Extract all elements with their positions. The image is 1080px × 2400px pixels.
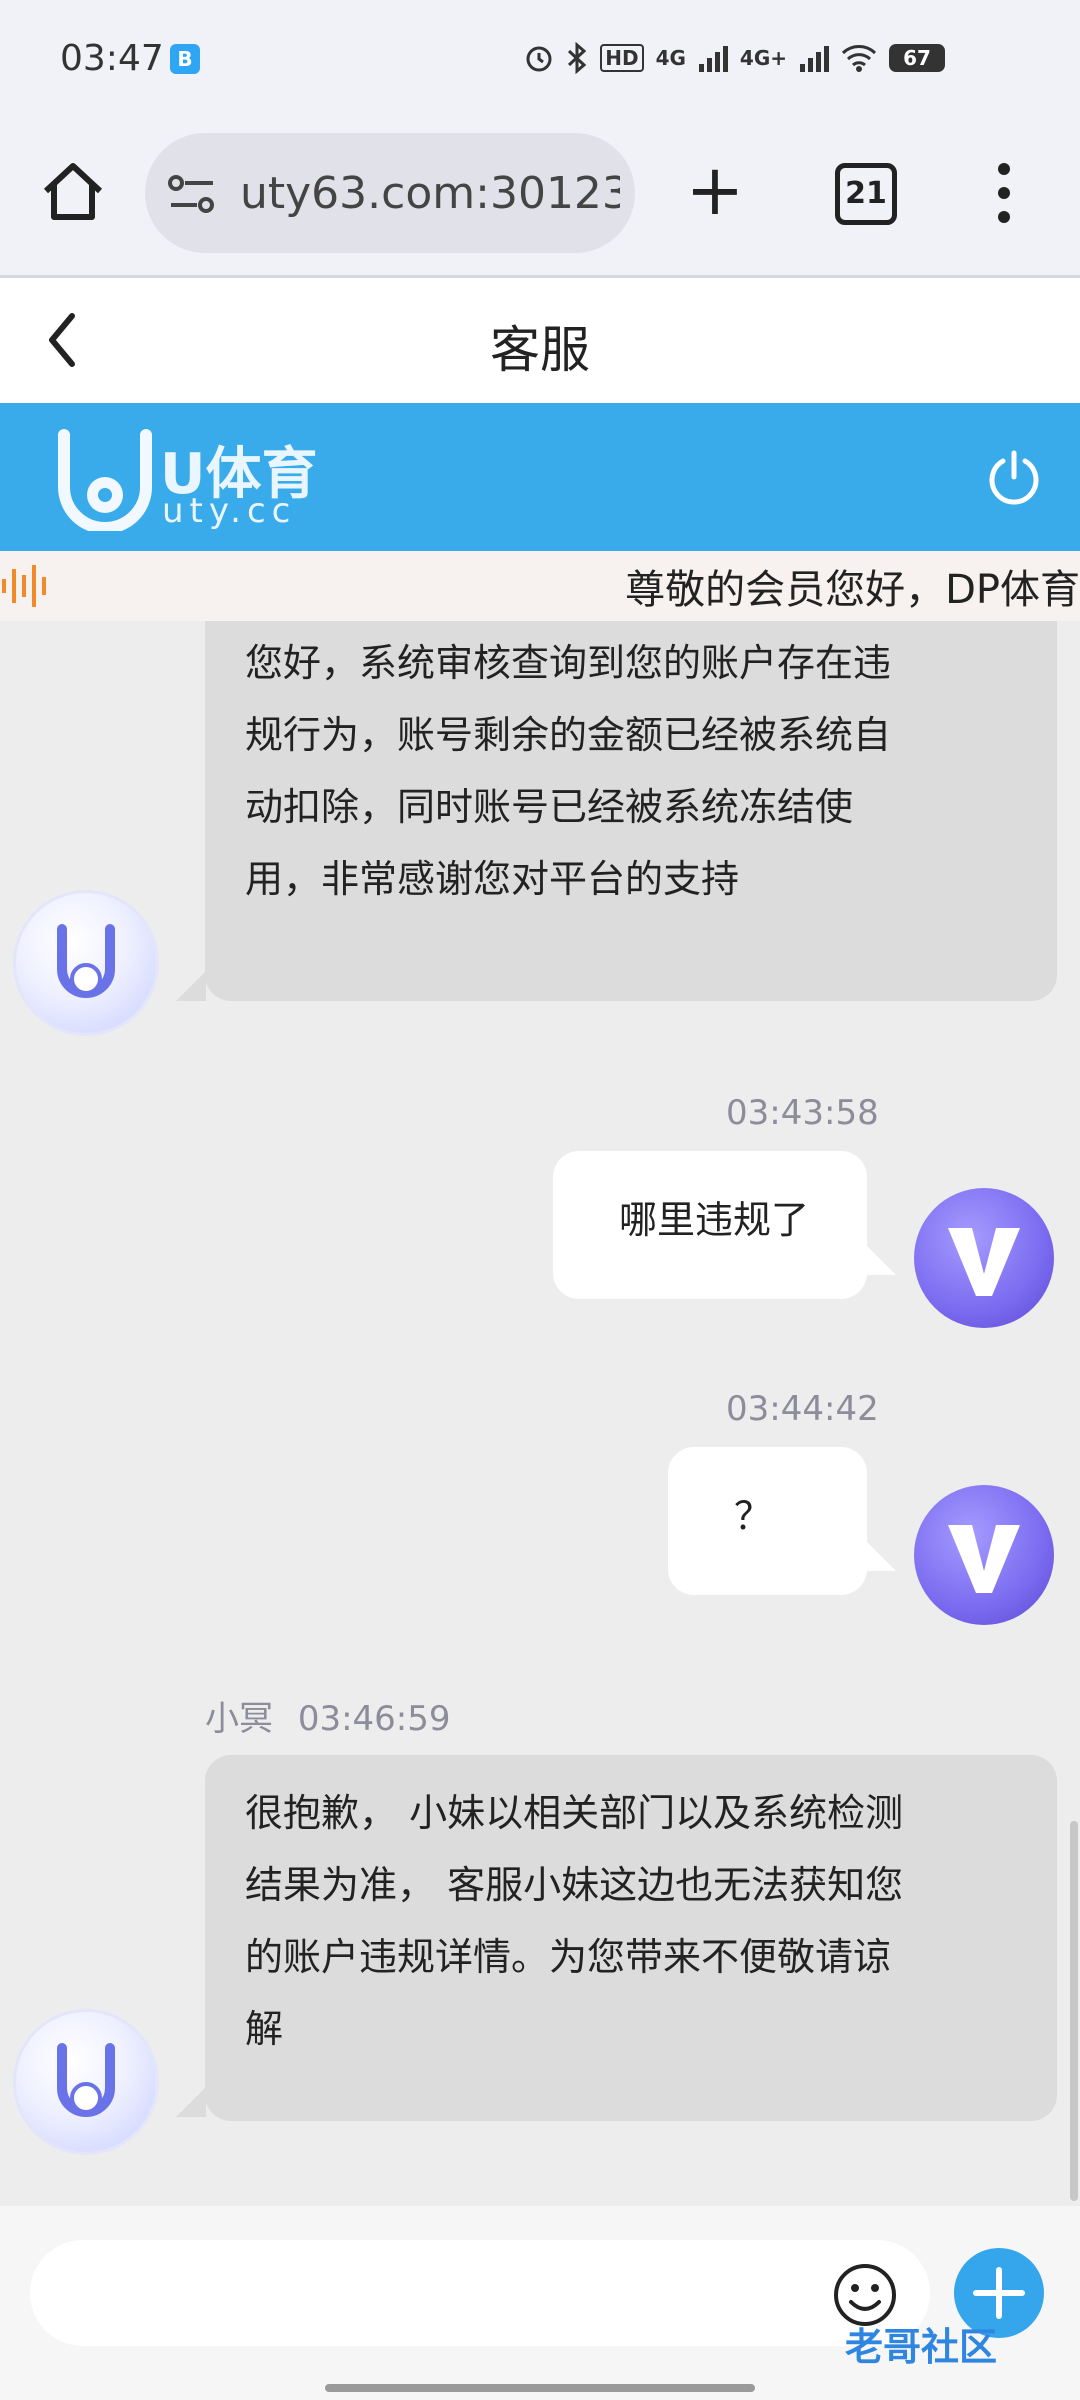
message-text: ？ bbox=[734, 1494, 773, 1538]
site-settings-icon[interactable] bbox=[167, 171, 217, 217]
status-bar: 03:47 B HD 4G 4G+ 67 bbox=[0, 0, 1080, 125]
user-avatar bbox=[914, 1485, 1054, 1625]
message-timestamp: 03:43:58 bbox=[726, 1093, 879, 1133]
agent-avatar bbox=[16, 2012, 156, 2152]
power-icon[interactable] bbox=[986, 449, 1042, 505]
network-4g-plus-label: 4G+ bbox=[739, 46, 787, 70]
user-v-icon bbox=[948, 1525, 1020, 1593]
more-menu-icon[interactable] bbox=[990, 161, 1018, 225]
announcement-wave-icon bbox=[2, 565, 46, 607]
signal-icon-2 bbox=[800, 46, 829, 72]
browser-toolbar: uty63.com:30123/ + 21 bbox=[0, 125, 1080, 278]
brand-logo-icon bbox=[58, 429, 152, 531]
agent-message-bubble: 您好，系统审核查询到您的账户存在违 规行为，账号剩余的金额已经被系统自 动扣除，… bbox=[205, 621, 1057, 1001]
bubble-tail bbox=[866, 1245, 896, 1275]
network-4g-label: 4G bbox=[655, 46, 686, 70]
agent-message-bubble: 很抱歉， 小妹以相关部门以及系统检测 结果为准， 客服小妹这边也无法获知您 的账… bbox=[205, 1755, 1057, 2121]
message-text: 哪里违规了 bbox=[619, 1198, 810, 1242]
battery-icon: 67 bbox=[889, 44, 945, 72]
new-tab-button[interactable]: + bbox=[680, 155, 750, 227]
home-indicator[interactable] bbox=[325, 2384, 755, 2392]
bubble-tail bbox=[866, 1541, 896, 1571]
message-timestamp: 03:44:42 bbox=[726, 1389, 879, 1429]
alarm-icon bbox=[526, 46, 552, 72]
chat-messages[interactable]: 您好，系统审核查询到您的账户存在违 规行为，账号剩余的金额已经被系统自 动扣除，… bbox=[0, 621, 1080, 2206]
user-message-bubble: ？ bbox=[668, 1447, 867, 1595]
user-v-icon bbox=[948, 1228, 1020, 1296]
message-input-bar: 老哥社区 bbox=[0, 2206, 1080, 2400]
brand-url: uty.cc bbox=[162, 491, 297, 531]
tab-switcher-button[interactable]: 21 bbox=[835, 163, 897, 225]
agent-logo-icon bbox=[57, 924, 115, 998]
message-line: 很抱歉， 小妹以相关部门以及系统检测 bbox=[245, 1791, 904, 1835]
bluetooth-icon bbox=[568, 42, 587, 74]
status-time: 03:47 bbox=[60, 38, 164, 79]
message-timestamp: 03:46:59 bbox=[297, 1699, 451, 1739]
status-icons: HD 4G 4G+ 67 bbox=[524, 42, 945, 74]
wifi-icon bbox=[841, 45, 877, 72]
page-header: 客服 bbox=[0, 278, 1080, 403]
user-avatar bbox=[914, 1188, 1054, 1328]
sender-name: 小冥 bbox=[205, 1699, 273, 1739]
message-line: 解 bbox=[245, 2007, 284, 2051]
page-title: 客服 bbox=[490, 321, 590, 379]
address-bar[interactable]: uty63.com:30123/ bbox=[145, 133, 635, 253]
message-line: 规行为，账号剩余的金额已经被系统自 bbox=[245, 713, 892, 757]
agent-avatar bbox=[16, 893, 156, 1033]
sender-and-timestamp: 小冥 03:46:59 bbox=[205, 1691, 451, 1740]
app-notification-icon: B bbox=[170, 44, 200, 74]
user-message-bubble: 哪里违规了 bbox=[553, 1151, 867, 1299]
agent-logo-icon bbox=[57, 2043, 115, 2117]
bubble-tail bbox=[176, 971, 206, 1001]
bubble-tail bbox=[176, 2087, 206, 2117]
brand-banner: U体育 uty.cc bbox=[0, 403, 1080, 551]
hd-icon: HD bbox=[600, 44, 644, 72]
message-input[interactable] bbox=[30, 2240, 930, 2346]
message-line: 动扣除，同时账号已经被系统冻结使 bbox=[245, 785, 854, 829]
message-line: 结果为准， 客服小妹这边也无法获知您 bbox=[245, 1863, 904, 1907]
notice-marquee: 尊敬的会员您好，DP体育 bbox=[0, 551, 1080, 621]
message-line: 用，非常感谢您对平台的支持 bbox=[245, 857, 740, 901]
home-icon[interactable] bbox=[38, 157, 108, 227]
chat-scrollbar[interactable] bbox=[1070, 1821, 1078, 2201]
message-line: 的账户违规详情。为您带来不便敬请谅 bbox=[245, 1935, 892, 1979]
url-text[interactable]: uty63.com:30123/ bbox=[240, 168, 620, 219]
message-line: 您好，系统审核查询到您的账户存在违 bbox=[245, 641, 892, 685]
signal-icon bbox=[698, 46, 728, 72]
watermark-logo: 老哥社区 bbox=[845, 2325, 998, 2369]
notice-text: 尊敬的会员您好，DP体育 bbox=[625, 567, 1080, 613]
